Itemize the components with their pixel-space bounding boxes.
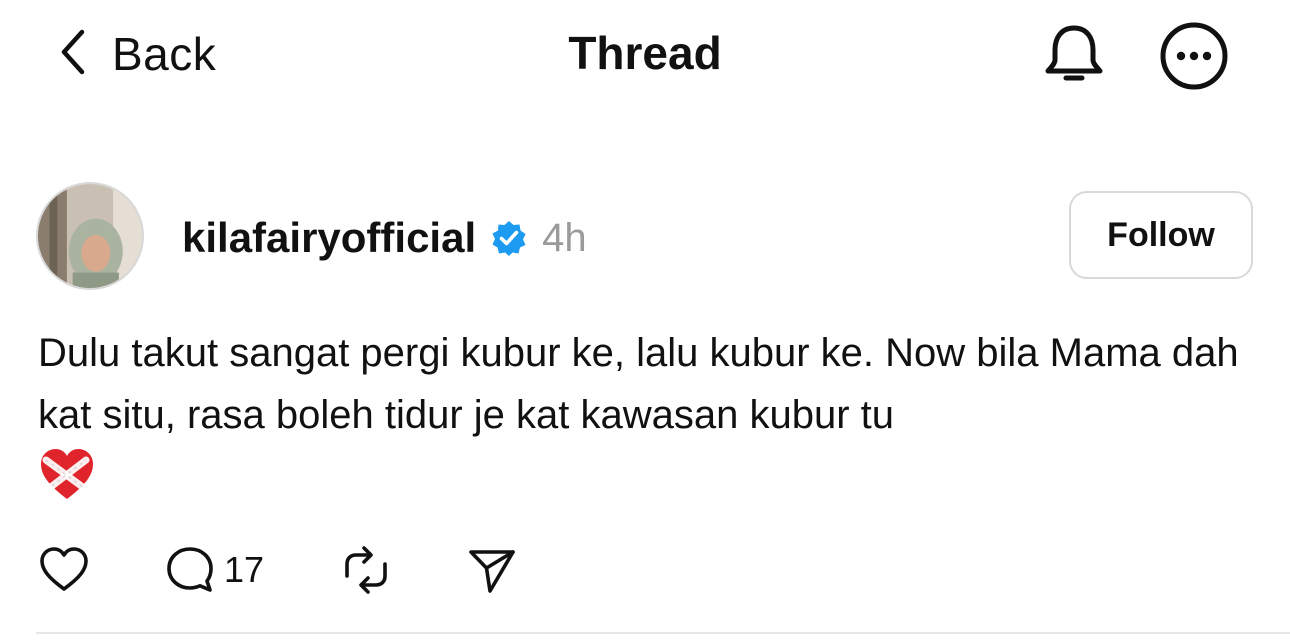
post-text: Dulu takut sangat pergi kubur ke, lalu k… <box>38 331 1239 437</box>
repost-button[interactable] <box>340 540 392 600</box>
post-actions: 17 <box>38 540 638 600</box>
notifications-button[interactable] <box>1040 20 1108 88</box>
username[interactable]: kilafairyofficial <box>182 214 476 262</box>
share-icon <box>469 550 515 593</box>
reply-count: 17 <box>224 549 265 590</box>
post-timestamp: 4h <box>542 215 587 260</box>
heart-icon <box>40 547 88 591</box>
comment-icon <box>167 547 213 592</box>
share-button[interactable] <box>466 540 518 600</box>
author-row: kilafairyofficial 4h <box>182 208 587 268</box>
top-bar: Back Thread <box>0 0 1290 110</box>
follow-button[interactable]: Follow <box>1069 191 1253 279</box>
avatar[interactable] <box>36 182 144 290</box>
verified-badge-icon <box>492 221 526 256</box>
reply-button[interactable]: 17 <box>164 540 264 600</box>
avatar-image <box>38 184 142 288</box>
like-button[interactable] <box>38 540 90 600</box>
repost-icon <box>345 546 387 594</box>
more-icon <box>1160 22 1228 90</box>
divider <box>36 632 1290 634</box>
more-options-button[interactable] <box>1158 20 1230 92</box>
mending-heart-emoji <box>38 446 96 504</box>
bell-icon <box>1045 25 1103 81</box>
